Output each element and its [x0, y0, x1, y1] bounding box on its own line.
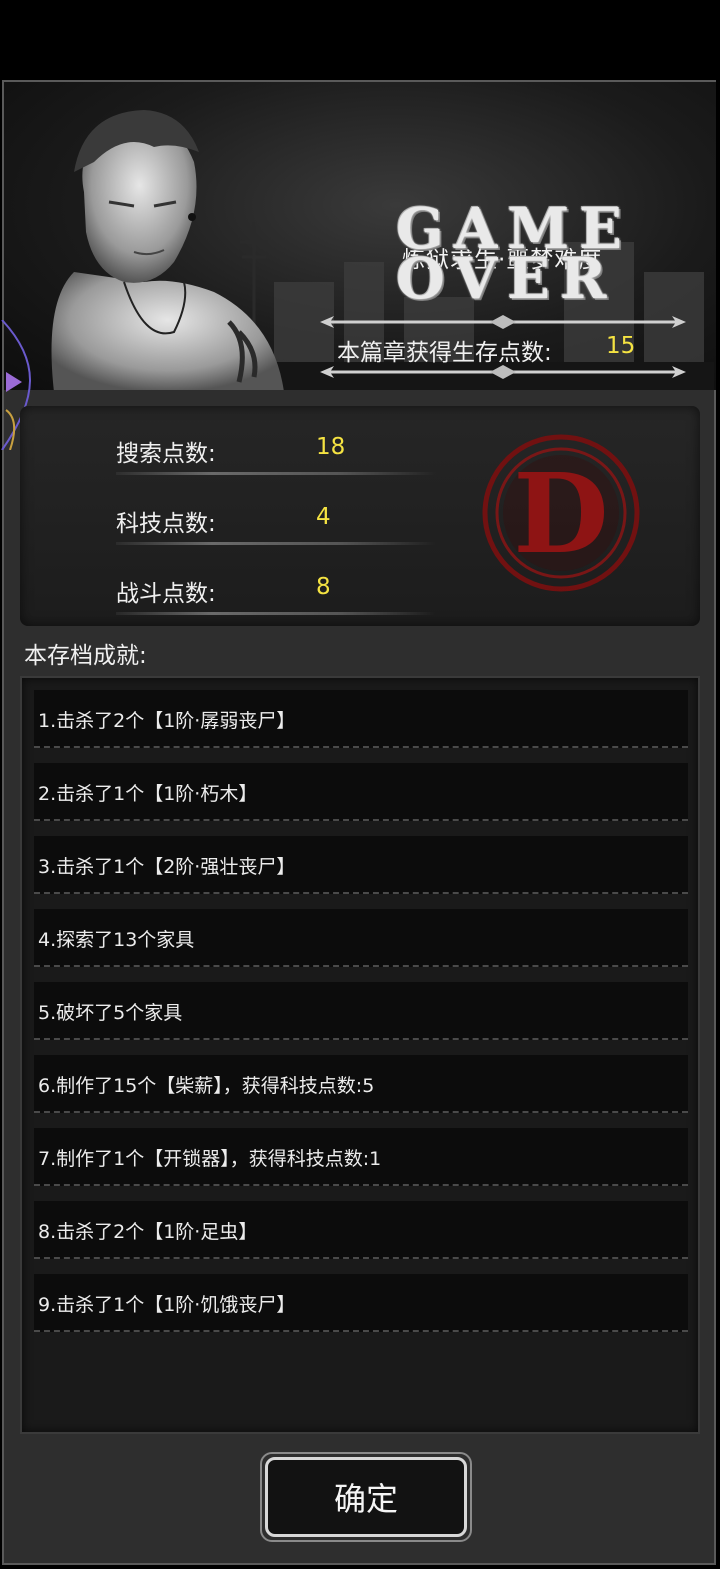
achievement-text: 1.击杀了2个【1阶·孱弱丧尸】	[38, 710, 296, 732]
achievement-text: 4.探索了13个家具	[38, 929, 195, 951]
grade-letter: D	[513, 449, 608, 578]
grade-stamp: D	[482, 434, 640, 592]
list-item: 9.击杀了1个【1阶·饥饿丧尸】	[34, 1274, 688, 1332]
stat-label: 搜索点数:	[116, 441, 216, 467]
stat-row-search: 搜索点数: 18	[116, 426, 516, 476]
achievement-text: 6.制作了15个【柴薪】，获得科技点数:5	[38, 1075, 375, 1097]
achievements-title: 本存档成就:	[24, 643, 147, 669]
stat-row-tech: 科技点数: 4	[116, 496, 516, 546]
stat-underline	[116, 612, 436, 615]
stat-underline	[116, 472, 436, 475]
achievement-text: 3.击杀了1个【2阶·强壮丧尸】	[38, 856, 296, 878]
list-item: 7.制作了1个【开锁器】，获得科技点数:1	[34, 1128, 688, 1186]
achievement-text: 7.制作了1个【开锁器】，获得科技点数:1	[38, 1148, 382, 1170]
game-over-text-line2: OVER	[396, 246, 617, 312]
status-bar-area	[0, 0, 720, 80]
list-item: 8.击杀了2个【1阶·足虫】	[34, 1201, 688, 1259]
stat-value: 18	[316, 434, 346, 460]
ornament-divider-bottom	[320, 365, 686, 379]
achievement-text: 5.破坏了5个家具	[38, 1002, 183, 1024]
list-item: 2.击杀了1个【1阶·朽木】	[34, 763, 688, 821]
list-item: 5.破坏了5个家具	[34, 982, 688, 1040]
stat-value: 4	[316, 504, 331, 530]
character-portrait	[51, 110, 284, 390]
list-item: 3.击杀了1个【2阶·强壮丧尸】	[34, 836, 688, 894]
survival-points-label: 本篇章获得生存点数:	[337, 340, 552, 366]
list-item: 4.探索了13个家具	[34, 909, 688, 967]
ornament-divider-top	[320, 315, 686, 329]
stat-value: 8	[316, 574, 331, 600]
stat-underline	[116, 542, 436, 545]
list-item: 1.击杀了2个【1阶·孱弱丧尸】	[34, 690, 688, 748]
achievements-list[interactable]: 1.击杀了2个【1阶·孱弱丧尸】 2.击杀了1个【1阶·朽木】 3.击杀了1个【…	[20, 676, 700, 1434]
confirm-button[interactable]: 确定	[265, 1457, 467, 1537]
survival-points-value: 15	[606, 333, 636, 359]
achievement-text: 8.击杀了2个【1阶·足虫】	[38, 1221, 258, 1243]
achievement-text: 9.击杀了1个【1阶·饥饿丧尸】	[38, 1294, 296, 1316]
stat-label: 科技点数:	[116, 511, 216, 537]
list-item: 6.制作了15个【柴薪】，获得科技点数:5	[34, 1055, 688, 1113]
stat-label: 战斗点数:	[116, 581, 216, 607]
stat-row-combat: 战斗点数: 8	[116, 566, 516, 616]
achievement-text: 2.击杀了1个【1阶·朽木】	[38, 783, 258, 805]
